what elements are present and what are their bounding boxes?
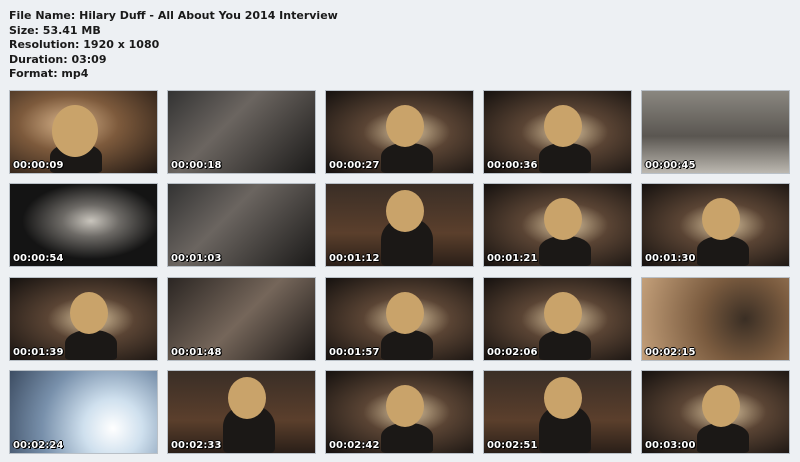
thumbnail-grid: 00:00:09 00:00:18 00:00:27 00:00:36 00:00:45… xyxy=(9,90,790,454)
person-head xyxy=(702,198,740,241)
person-figure xyxy=(539,143,591,173)
person-figure xyxy=(381,422,433,453)
timestamp-label: 00:01:03 xyxy=(171,253,222,265)
timestamp-label: 00:02:42 xyxy=(329,439,380,451)
timestamp-label: 00:02:24 xyxy=(13,439,64,451)
timestamp-label: 00:01:39 xyxy=(13,346,64,358)
person-head xyxy=(386,105,424,147)
video-thumbnail[interactable]: 00:02:15 xyxy=(641,276,790,361)
person-figure xyxy=(381,329,433,360)
video-thumbnail[interactable]: 00:00:18 xyxy=(167,90,316,174)
person-head xyxy=(544,291,582,334)
video-thumbnail[interactable]: 00:01:12 xyxy=(325,183,474,268)
person-head xyxy=(544,376,582,419)
video-thumbnail[interactable]: 00:02:42 xyxy=(325,369,474,454)
video-thumbnail[interactable]: 00:00:09 xyxy=(9,90,158,174)
person-figure xyxy=(697,236,749,267)
file-size-text: Size: 53.41 MB xyxy=(9,23,101,37)
video-thumbnail[interactable]: 00:01:30 xyxy=(641,183,790,268)
video-thumbnail[interactable]: 00:03:00 xyxy=(641,369,790,454)
file-info-header: File Name: Hilary Duff - All About You 2… xyxy=(9,9,338,82)
video-thumbnail[interactable]: 00:00:54 xyxy=(9,183,158,268)
timestamp-label: 00:02:33 xyxy=(171,439,222,451)
person-head xyxy=(702,384,740,427)
person-figure xyxy=(539,329,591,360)
format-text: Format: mp4 xyxy=(9,67,89,81)
video-thumbnail[interactable]: 00:01:39 xyxy=(9,276,158,361)
person-head xyxy=(70,291,108,334)
person-head xyxy=(228,376,266,419)
person-figure xyxy=(539,236,591,267)
resolution-text: Resolution: 1920 x 1080 xyxy=(9,38,160,52)
timestamp-label: 00:02:15 xyxy=(645,346,696,358)
timestamp-label: 00:00:09 xyxy=(13,160,64,171)
video-thumbnail[interactable]: 00:00:36 xyxy=(483,90,632,174)
video-thumbnail[interactable]: 00:01:03 xyxy=(167,183,316,268)
person-head xyxy=(386,384,424,427)
video-thumbnail[interactable]: 00:02:24 xyxy=(9,369,158,454)
video-thumbnail[interactable]: 00:01:21 xyxy=(483,183,632,268)
timestamp-label: 00:01:12 xyxy=(329,253,380,265)
video-thumbnail[interactable]: 00:00:45 xyxy=(641,90,790,174)
video-thumbnail[interactable]: 00:00:27 xyxy=(325,90,474,174)
timestamp-label: 00:01:21 xyxy=(487,253,538,265)
duration-text: Duration: 03:09 xyxy=(9,52,107,66)
file-name-text: File Name: Hilary Duff - All About You 2… xyxy=(9,9,338,22)
timestamp-label: 00:03:00 xyxy=(645,439,696,451)
timestamp-label: 00:02:51 xyxy=(487,439,538,451)
person-head xyxy=(386,190,424,233)
person-head xyxy=(544,198,582,241)
person-head xyxy=(52,105,98,157)
video-thumbnail[interactable]: 00:02:06 xyxy=(483,276,632,361)
timestamp-label: 00:00:18 xyxy=(171,160,222,171)
person-figure xyxy=(65,329,117,360)
person-head xyxy=(386,291,424,334)
timestamp-label: 00:02:06 xyxy=(487,346,538,358)
person-head xyxy=(544,105,582,147)
timestamp-label: 00:01:48 xyxy=(171,346,222,358)
person-figure xyxy=(697,422,749,453)
video-thumbnail[interactable]: 00:02:33 xyxy=(167,369,316,454)
video-thumbnail[interactable]: 00:02:51 xyxy=(483,369,632,454)
timestamp-label: 00:00:45 xyxy=(645,160,696,171)
timestamp-label: 00:01:30 xyxy=(645,253,696,265)
video-thumbnail[interactable]: 00:01:48 xyxy=(167,276,316,361)
person-figure xyxy=(381,143,433,173)
timestamp-label: 00:01:57 xyxy=(329,346,380,358)
timestamp-label: 00:00:36 xyxy=(487,160,538,171)
timestamp-label: 00:00:54 xyxy=(13,253,64,265)
video-thumbnail[interactable]: 00:01:57 xyxy=(325,276,474,361)
timestamp-label: 00:00:27 xyxy=(329,160,380,171)
